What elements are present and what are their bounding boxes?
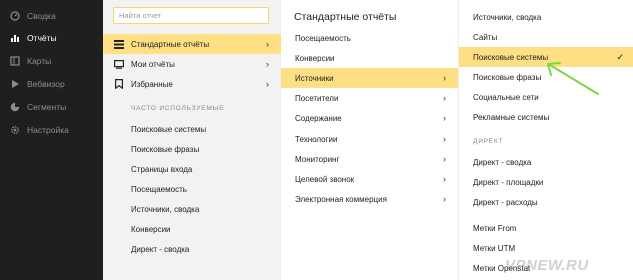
menu-item-label: Целевой звонок: [295, 174, 355, 184]
menu-item-label: Метки From: [473, 223, 517, 233]
chevron-right-icon: ›: [443, 93, 446, 103]
menu-item-label: Директ - сводка: [473, 157, 532, 167]
direct-section-title: ДИРЕКТ: [473, 138, 504, 145]
menu-item-label: Конверсии: [295, 53, 335, 63]
chevron-right-icon: ›: [443, 73, 446, 83]
menu-item-label: Сайты: [473, 32, 498, 42]
menu-item-monitoring[interactable]: Мониторинг ›: [281, 149, 458, 169]
menu-item-label: Директ - площадки: [473, 177, 544, 187]
menu-item-label: Источники: [295, 73, 334, 83]
sidebar-item-settings[interactable]: Настройка: [0, 120, 103, 140]
sidebar-item-reports[interactable]: Отчёты: [0, 28, 103, 48]
column-title: Стандартные отчёты: [294, 11, 397, 23]
menu-item-technologies[interactable]: Технологии ›: [281, 129, 458, 149]
pie-icon: [10, 102, 20, 112]
menu-item-traffic[interactable]: Посещаемость: [281, 28, 458, 48]
chevron-right-icon: ›: [443, 113, 446, 123]
report-search-input[interactable]: [114, 8, 268, 23]
menu-item-ecommerce[interactable]: Электронная коммерция ›: [281, 189, 458, 209]
chevron-right-icon: ›: [443, 134, 446, 144]
report-link-from-tags[interactable]: Метки From: [459, 218, 633, 238]
menu-item-label: Мониторинг: [295, 154, 340, 164]
sidebar-item-summary[interactable]: Сводка: [0, 6, 103, 26]
frequent-report-link[interactable]: Страницы входа: [131, 165, 192, 174]
frequent-report-link[interactable]: Конверсии: [131, 225, 171, 234]
report-link-direct-summary[interactable]: Директ - сводка: [459, 152, 633, 172]
menu-item-label: Поисковые фразы: [473, 72, 542, 82]
menu-item-label: Посетители: [295, 93, 339, 103]
sources-reports-column: Источники, сводка Сайты Поисковые систем…: [458, 0, 633, 280]
menu-item-label: Метки UTM: [473, 243, 516, 253]
sidebar-item-label: Карты: [27, 56, 52, 66]
chevron-right-icon: ›: [266, 59, 269, 69]
menu-item-label: Электронная коммерция: [295, 194, 387, 204]
frequent-report-link[interactable]: Источники, сводка: [131, 205, 199, 214]
bookmark-icon: [113, 79, 125, 89]
sidebar-item-label: Сегменты: [27, 102, 67, 112]
menu-item-visitors[interactable]: Посетители ›: [281, 88, 458, 108]
gear-icon: [10, 125, 20, 135]
report-link-utm-tags[interactable]: Метки UTM: [459, 238, 633, 258]
sidebar-item-label: Вебвизор: [27, 79, 65, 89]
report-search: [113, 7, 269, 24]
sidebar-item-label: Отчёты: [27, 33, 57, 43]
menu-item-label: Мои отчёты: [131, 59, 175, 69]
chevron-right-icon: ›: [443, 154, 446, 164]
menu-item-label: Источники, сводка: [473, 12, 542, 22]
frequent-report-link[interactable]: Поисковые системы: [131, 125, 206, 134]
play-icon: [10, 79, 20, 89]
main-sidebar: Сводка Отчёты Карты Вебвизор Сегменты На…: [0, 0, 103, 280]
reports-menu-column: Стандартные отчёты › Мои отчёты › Избран…: [103, 0, 281, 280]
report-link-direct-platforms[interactable]: Директ - площадки: [459, 172, 633, 192]
menu-item-label: Содержание: [295, 113, 342, 123]
chevron-right-icon: ›: [266, 39, 269, 49]
menu-item-sources[interactable]: Источники ›: [281, 68, 458, 88]
sidebar-item-segments[interactable]: Сегменты: [0, 97, 103, 117]
monitor-icon: [113, 59, 125, 69]
dashboard-icon: [10, 11, 20, 21]
report-link-direct-costs[interactable]: Директ - расходы: [459, 192, 633, 212]
menu-item-conversions[interactable]: Конверсии: [281, 48, 458, 68]
chevron-right-icon: ›: [266, 79, 269, 89]
chevron-right-icon: ›: [443, 194, 446, 204]
menu-item-favorites[interactable]: Избранные ›: [103, 74, 281, 94]
menu-item-label: Технологии: [295, 134, 338, 144]
watermark-logo: VPNEW.RU: [505, 257, 589, 274]
menu-item-label: Поисковые системы: [473, 52, 549, 62]
frequent-section-title: ЧАСТО ИСПОЛЬЗУЕМЫЕ: [131, 105, 225, 112]
menu-item-label: Стандартные отчёты: [131, 39, 210, 49]
sidebar-item-maps[interactable]: Карты: [0, 51, 103, 71]
standard-reports-column: Стандартные отчёты Посещаемость Конверси…: [281, 0, 458, 280]
menu-item-content[interactable]: Содержание ›: [281, 108, 458, 128]
menu-item-call-tracking[interactable]: Целевой звонок ›: [281, 169, 458, 189]
map-icon: [10, 56, 20, 66]
menu-item-standard-reports[interactable]: Стандартные отчёты ›: [103, 34, 281, 54]
sidebar-item-webvisor[interactable]: Вебвизор: [0, 74, 103, 94]
frequent-report-link[interactable]: Директ - сводка: [131, 245, 189, 254]
report-link-sites[interactable]: Сайты: [459, 27, 633, 47]
frequent-report-link[interactable]: Посещаемость: [131, 185, 187, 194]
annotation-arrow-icon: [547, 62, 599, 95]
menu-item-label: Рекламные системы: [473, 112, 550, 122]
frequent-report-link[interactable]: Поисковые фразы: [131, 145, 199, 154]
sidebar-item-label: Настройка: [27, 125, 69, 135]
sidebar-item-label: Сводка: [27, 11, 56, 21]
stack-icon: [113, 39, 125, 49]
menu-item-label: Посещаемость: [295, 33, 351, 43]
menu-item-label: Директ - расходы: [473, 197, 538, 207]
chevron-right-icon: ›: [443, 174, 446, 184]
checkmark-icon: ✓: [616, 51, 624, 62]
bar-chart-icon: [10, 33, 20, 43]
report-link-ad-systems[interactable]: Рекламные системы: [459, 107, 633, 127]
report-link-sources-summary[interactable]: Источники, сводка: [459, 7, 633, 27]
menu-item-my-reports[interactable]: Мои отчёты ›: [103, 54, 281, 74]
menu-item-label: Социальные сети: [473, 92, 539, 102]
menu-item-label: Избранные: [131, 79, 173, 89]
